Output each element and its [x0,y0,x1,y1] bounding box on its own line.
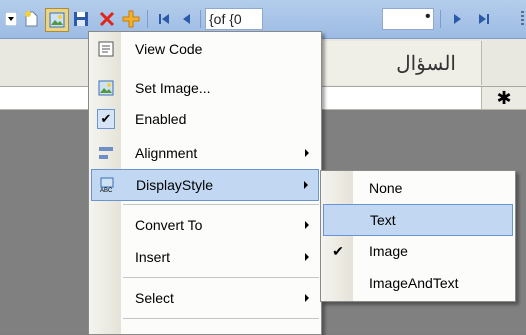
menu-item-label: DisplayStyle [136,177,214,193]
move-previous-icon[interactable] [176,9,196,29]
menu-item-label: Alignment [135,145,198,161]
image-icon[interactable] [45,8,69,32]
menu-separator [123,318,319,319]
menu-item-convert-to[interactable]: Convert To [91,210,319,240]
submenu-arrow-icon [305,221,309,229]
submenu-arrow-icon [305,149,309,157]
menu-item-displaystyle[interactable]: ABC DisplayStyle [91,169,319,201]
submenu-arrow-icon [305,253,309,261]
menu-item-set-image[interactable]: Set Image... [91,73,319,103]
check-icon: ✔ [97,109,115,129]
submenu-item-image[interactable]: ✔ Image [323,236,513,266]
move-first-icon[interactable] [154,9,174,29]
view-code-icon [97,40,115,58]
save-icon[interactable] [70,9,92,29]
menu-item-label: Select [135,290,174,306]
alignment-icon [97,144,115,162]
menu-item-label: Set Image... [135,80,211,96]
cursor-dot: • [425,8,431,25]
submenu-item-label: ImageAndText [369,275,459,291]
submenu-item-imageandtext[interactable]: ImageAndText [323,268,513,298]
new-row-marker: ✱ [481,87,526,110]
toolbar-separator [147,10,148,28]
toolbar-separator [200,10,201,28]
submenu-item-label: Text [370,212,396,228]
menu-item-alignment[interactable]: Alignment [91,138,319,168]
position-label: {of {0 [205,8,263,30]
delete-icon[interactable] [96,9,118,29]
move-last-icon[interactable] [474,9,494,29]
submenu-item-text[interactable]: Text [323,204,513,236]
menu-separator [123,204,319,205]
position-input[interactable]: • [382,8,434,30]
check-icon: ✔ [332,242,344,259]
displaystyle-icon: ABC [98,176,116,194]
submenu-item-none[interactable]: None [323,173,513,203]
submenu-arrow-icon [304,181,308,189]
menu-item-label: Insert [135,249,171,265]
submenu-item-label: Image [369,243,408,259]
menu-item-label: Enabled [135,111,187,127]
menu-item-label: Convert To [135,217,203,233]
move-next-icon[interactable] [448,9,468,29]
displaystyle-submenu: None Text ✔ Image ImageAndText [320,170,516,302]
new-icon[interactable] [20,9,42,29]
submenu-item-label: None [369,180,403,196]
context-menu: View Code Set Image... ✔ Enabled Alignme… [88,31,322,335]
menu-item-view-code[interactable]: View Code [91,34,319,64]
menu-item-insert[interactable]: Insert [91,242,319,272]
dropdown-icon[interactable] [4,9,18,29]
toolbar-separator [440,10,441,28]
column-header-label: السؤال [396,53,456,75]
svg-text:ABC: ABC [100,188,113,193]
add-icon[interactable] [120,9,142,29]
toolbar-grip[interactable] [521,11,524,27]
menu-item-enabled[interactable]: ✔ Enabled [91,104,319,134]
menu-separator [123,277,319,278]
image-icon [97,79,115,97]
submenu-arrow-icon [305,294,309,302]
menu-item-label: View Code [135,41,203,57]
menu-item-select[interactable]: Select [91,283,319,313]
